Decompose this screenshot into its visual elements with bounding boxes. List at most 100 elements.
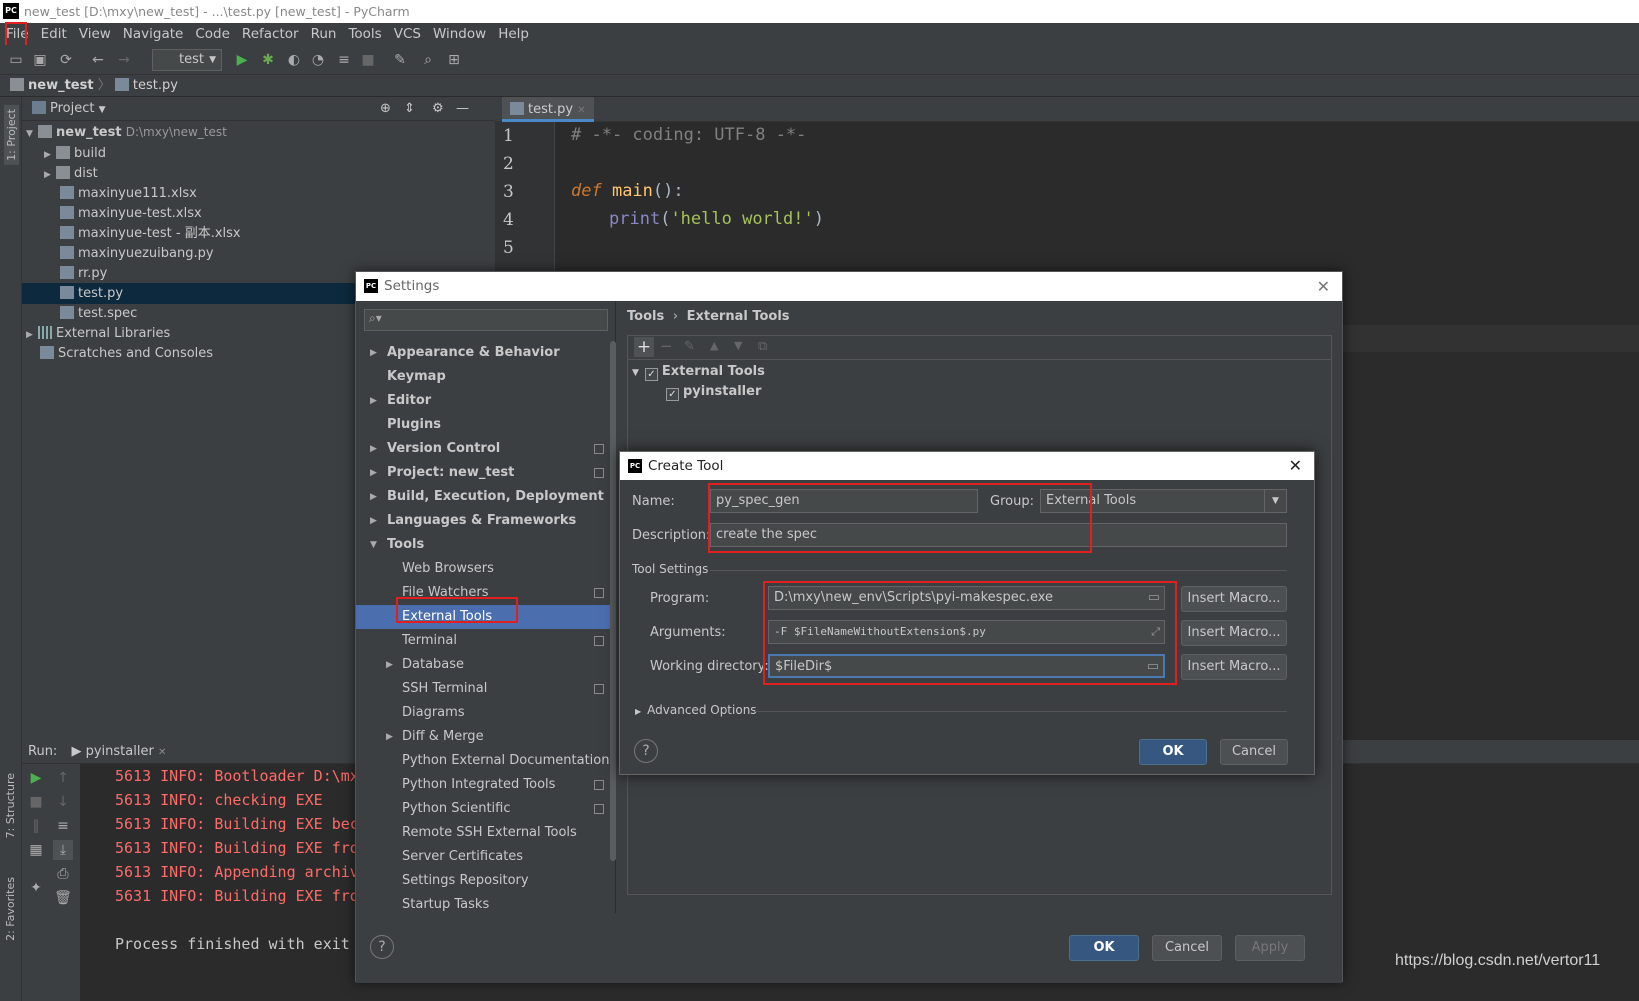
down-icon[interactable]: ↓ [53,792,73,812]
gear-icon[interactable]: ⚙ [432,97,444,121]
menu-code[interactable]: Code [189,23,236,45]
menu-navigate[interactable]: Navigate [117,23,190,45]
copy-icon[interactable]: ⧉ [758,339,767,354]
run-icon[interactable]: ▶ [232,50,252,70]
nav-tools[interactable]: ▼Tools [356,533,610,557]
code-line-1[interactable]: # -*- coding: UTF-8 -*- [571,125,806,145]
tree-root[interactable]: ▼new_test D:\mxy\new_test [22,122,495,143]
nav-diff-merge[interactable]: ▶Diff & Merge [356,725,610,749]
help-icon[interactable]: ? [634,739,658,763]
nav-ssh-terminal[interactable]: SSH Terminal [356,677,610,701]
nav-version-control[interactable]: ▶Version Control [356,437,610,461]
stop-icon[interactable]: ■ [358,50,378,70]
insert-macro-program-button[interactable]: Insert Macro... [1181,586,1287,612]
run-tab[interactable]: ▶ pyinstaller ✕ [71,744,166,759]
settings-ok-button[interactable]: OK [1069,935,1139,961]
stop-icon[interactable]: ■ [26,792,46,812]
code-line-4[interactable]: print('hello world!') [609,209,824,229]
nav-python-integrated-tools[interactable]: Python Integrated Tools [356,773,610,797]
nav-keymap[interactable]: Keymap [356,365,610,389]
code-line-3[interactable]: def main(): [571,181,684,201]
layout-icon[interactable]: ▦ [26,840,46,860]
coverage-icon[interactable]: ◐ [284,50,304,70]
project-tool-tab[interactable]: 1: Project [4,105,19,165]
print-icon[interactable]: ⎙ [53,864,73,884]
tree-item-file[interactable]: maxinyuezuibang.py [22,243,495,264]
tree-item-file[interactable]: maxinyue-test.xlsx [22,203,495,224]
rerun-icon[interactable]: ▶ [26,768,46,788]
trash-icon[interactable]: 🗑 [53,888,73,908]
back-icon[interactable]: ← [88,50,108,70]
wrench-icon[interactable]: ✎ [390,50,410,70]
move-up-icon[interactable]: ▲ [710,339,718,352]
minimize-icon[interactable]: — [456,97,469,121]
editor-tab[interactable]: test.py ✕ [502,97,594,122]
pin-icon[interactable]: ✦ [26,878,46,898]
menu-help[interactable]: Help [492,23,535,45]
close-icon[interactable]: ✕ [1289,452,1302,480]
insert-macro-workdir-button[interactable]: Insert Macro... [1181,654,1287,680]
tree-item-file[interactable]: maxinyue111.xlsx [22,183,495,204]
nav-database[interactable]: ▶Database [356,653,610,677]
checkbox-icon[interactable]: ✓ [645,368,658,381]
scroll-to-end-icon[interactable]: ⤓ [53,840,73,860]
remove-icon[interactable]: − [660,337,673,355]
tree-item-dist[interactable]: ▶dist [22,163,495,184]
add-icon[interactable]: + [634,337,654,357]
pause-icon[interactable]: ∥ [26,816,46,836]
menu-window[interactable]: Window [427,23,492,45]
locate-icon[interactable]: ⊕ [380,97,391,121]
create-tool-cancel-button[interactable]: Cancel [1220,739,1288,765]
profile-icon[interactable]: ◔ [308,50,328,70]
nav-terminal[interactable]: Terminal [356,629,610,653]
menu-refactor[interactable]: Refactor [236,23,305,45]
debug-icon[interactable]: ✱ [258,50,278,70]
nav-python-ext-docs[interactable]: Python External Documentation [356,749,610,773]
nav-server-certificates[interactable]: Server Certificates [356,845,610,869]
save-icon[interactable]: ▣ [30,50,50,70]
nav-web-browsers[interactable]: Web Browsers [356,557,610,581]
open-folder-icon[interactable]: ▭ [6,50,26,70]
nav-python-scientific[interactable]: Python Scientific [356,797,610,821]
close-icon[interactable]: ✕ [577,105,585,116]
checkbox-icon[interactable]: ✓ [666,388,679,401]
move-down-icon[interactable]: ▼ [734,339,742,352]
menu-edit[interactable]: Edit [35,23,73,45]
nav-appearance[interactable]: ▶Appearance & Behavior [356,341,610,365]
nav-plugins[interactable]: Plugins [356,413,610,437]
settings-search-input[interactable]: ⌕▾ [364,309,608,331]
edit-icon[interactable]: ✎ [684,339,695,354]
nav-languages[interactable]: ▶Languages & Frameworks [356,509,610,533]
structure-tool-tab[interactable]: 7: Structure [4,773,17,838]
close-icon[interactable]: ✕ [158,747,166,758]
nav-diagrams[interactable]: Diagrams [356,701,610,725]
collapse-icon[interactable]: ⇕ [404,97,415,121]
advanced-options-toggle[interactable]: ▶Advanced Options [635,703,757,717]
breadcrumb-file[interactable]: test.py [133,78,178,93]
menu-view[interactable]: View [73,23,117,45]
project-panel-title[interactable]: Project [50,101,94,116]
insert-macro-arguments-button[interactable]: Insert Macro... [1181,620,1287,646]
tree-item-file[interactable]: maxinyue-test - 副本.xlsx [22,223,495,244]
concurrency-icon[interactable]: ≡ [334,50,354,70]
settings-cancel-button[interactable]: Cancel [1152,935,1222,961]
favorites-tool-tab[interactable]: 2: Favorites [4,877,17,941]
create-tool-ok-button[interactable]: OK [1139,739,1207,765]
structure-icon[interactable]: ⊞ [444,50,464,70]
nav-project[interactable]: ▶Project: new_test [356,461,610,485]
nav-scrollbar[interactable] [610,341,616,861]
run-config-select[interactable]: test ▼ [152,49,222,71]
menu-tools[interactable]: Tools [342,23,387,45]
nav-startup-tasks[interactable]: Startup Tasks [356,893,610,913]
menu-vcs[interactable]: VCS [388,23,427,45]
soft-wrap-icon[interactable]: ≡ [53,816,73,836]
nav-remote-ssh-tools[interactable]: Remote SSH External Tools [356,821,610,845]
nav-build[interactable]: ▶Build, Execution, Deployment [356,485,610,509]
tree-item-pyinstaller[interactable]: ✓pyinstaller [666,384,761,401]
tree-item-build[interactable]: ▶build [22,143,495,164]
breadcrumb-project[interactable]: new_test [28,78,94,93]
up-icon[interactable]: ↑ [53,768,73,788]
close-icon[interactable]: ✕ [1317,272,1330,301]
nav-editor[interactable]: ▶Editor [356,389,610,413]
menu-run[interactable]: Run [305,23,343,45]
